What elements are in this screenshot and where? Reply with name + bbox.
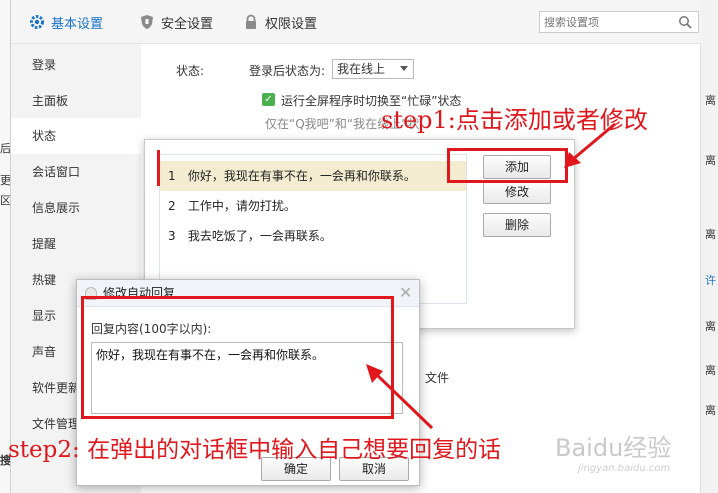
reply-item-text: 我去吃饭了，一会再联系。 [187,229,332,243]
edge-text: 离 [705,364,716,377]
close-icon[interactable]: ✕ [399,283,412,303]
tab-basic-settings[interactable]: 基本设置 [29,0,103,44]
step1-highlight-box [447,148,568,183]
edge-text: 离 [705,320,716,333]
delete-reply-button[interactable]: 删除 [483,213,551,237]
tab-label: 安全设置 [161,16,214,32]
gear-icon [29,14,45,30]
modify-reply-button[interactable]: 修改 [483,180,551,204]
search-box[interactable] [539,11,699,33]
step2-annotation: step2: 在弹出的对话框中输入自己想要回复的话 [8,437,502,463]
chevron-down-icon [400,66,408,71]
reply-item-number: 1 [168,169,176,183]
baidu-watermark: Baidu经验 [555,434,672,462]
edge-text: 离 [705,154,716,167]
lock-icon [243,14,259,30]
reply-list-item[interactable]: 1 你好，我现在有事不在，一会再和你联系。 [160,161,466,191]
sidebar-item-main-panel[interactable]: 主面板 [11,83,141,119]
background-left-edge: 后 更 区 搜 [0,0,11,493]
step1-annotation: step1:点击添加或者修改 [381,106,648,134]
edge-text: 离 [705,94,716,107]
reply-list-item[interactable]: 2 工作中，请勿打扰。 [160,191,466,221]
edge-text: 离 [705,404,716,417]
after-login-label: 登录后状态为: [249,64,326,78]
sidebar-item-login[interactable]: 登录 [11,47,141,83]
fullscreen-busy-checkbox[interactable]: ✓ [262,93,275,106]
tab-label: 权限设置 [265,16,318,32]
sidebar-item-reminder[interactable]: 提醒 [11,226,141,262]
sidebar-item-info-display[interactable]: 信息展示 [11,190,141,226]
edge-text: 离 [705,228,716,241]
tab-label: 基本设置 [51,16,104,32]
step2-highlight-box [81,296,394,419]
after-login-status-select[interactable]: 我在线上 [332,59,414,79]
reply-item-text: 你好，我现在有事不在，一会再和你联系。 [187,169,416,183]
sidebar-item-status[interactable]: 状态 [11,118,141,154]
reply-item-number: 3 [168,229,176,243]
reply-item-number: 2 [168,199,176,213]
search-input[interactable] [540,12,670,32]
reply-list-item[interactable]: 3 我去吃饭了，一会再联系。 [160,221,466,251]
step2-arrow [366,364,434,430]
background-right-edge: 离 离 离 许 离 离 离 [700,0,718,493]
sidebar-item-chat-window[interactable]: 会话窗口 [11,154,141,190]
reply-item-text: 工作中，请勿打扰。 [187,199,296,213]
status-select-value: 我在线上 [337,62,386,76]
tab-permission-settings[interactable]: 权限设置 [243,0,317,44]
watermark-url: jingyan.baidu.com [578,463,671,474]
search-icon[interactable] [678,15,692,32]
status-section-label: 状态: [176,64,205,78]
tab-security-settings[interactable]: 安全设置 [139,0,213,44]
step1-row-marker [157,150,161,186]
shield-icon [139,14,155,30]
edge-text: 许 [705,274,716,287]
top-tab-bar: 基本设置 安全设置 权限设置 [11,0,701,44]
